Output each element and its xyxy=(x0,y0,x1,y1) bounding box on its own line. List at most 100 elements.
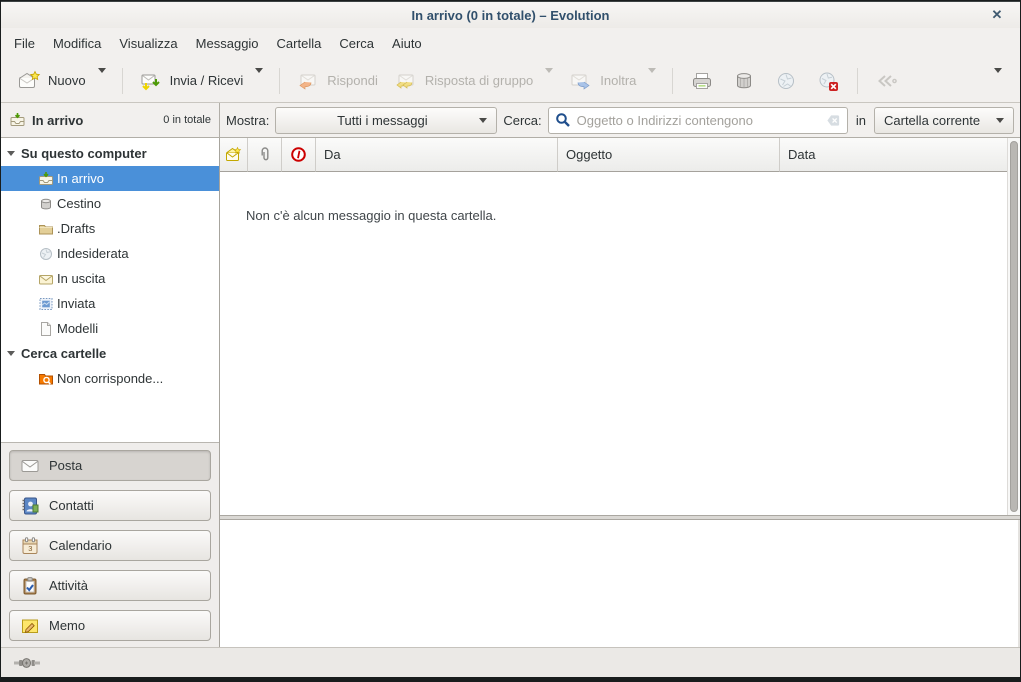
sidebar: Su questo computer In arrivo xyxy=(1,138,220,649)
send-receive-button[interactable]: Invia / Ricevi xyxy=(131,64,252,98)
menu-file[interactable]: File xyxy=(5,31,44,56)
titlebar: In arrivo (0 in totale) – Evolution ✕ xyxy=(1,1,1020,28)
sidebar-group-label: Su questo computer xyxy=(21,146,147,161)
reply-group-button[interactable]: Risposta di gruppo xyxy=(386,64,541,98)
menu-cartella[interactable]: Cartella xyxy=(268,31,331,56)
message-list-scrollbar[interactable] xyxy=(1007,138,1020,515)
sidebar-item-modelli[interactable]: Modelli xyxy=(1,316,219,341)
message-filter-dropdown[interactable]: Tutti i messaggi xyxy=(275,107,497,134)
inbox-icon xyxy=(9,112,26,128)
clear-icon[interactable] xyxy=(826,113,841,128)
column-attachment[interactable] xyxy=(248,138,282,172)
close-icon[interactable]: ✕ xyxy=(988,6,1006,24)
online-status-icon[interactable] xyxy=(14,655,40,671)
chevron-down-icon xyxy=(479,118,487,127)
trash-icon xyxy=(732,69,756,93)
menu-modifica[interactable]: Modifica xyxy=(44,31,110,56)
column-da[interactable]: Da xyxy=(316,138,558,172)
switcher-calendario-button[interactable]: 3 Calendario xyxy=(9,530,211,561)
switcher-attivita-button[interactable]: Attività xyxy=(9,570,211,601)
inbox-icon xyxy=(37,171,54,187)
current-folder-count: 0 in totale xyxy=(163,114,211,126)
new-button[interactable]: Nuovo xyxy=(9,64,94,98)
column-oggetto[interactable]: Oggetto xyxy=(558,138,780,172)
reply-button-label: Rispondi xyxy=(327,73,378,88)
reply-group-label: Risposta di gruppo xyxy=(425,73,533,88)
menu-visualizza[interactable]: Visualizza xyxy=(110,31,186,56)
switcher-label: Attività xyxy=(49,578,88,593)
switcher-contatti-button[interactable]: Contatti xyxy=(9,490,211,521)
message-list-pane: Da Oggetto Data Non c'è alcun messaggio … xyxy=(220,138,1020,515)
sidebar-group-cerca-cartelle[interactable]: Cerca cartelle xyxy=(1,341,219,366)
delete-button[interactable] xyxy=(723,64,765,98)
reply-button[interactable]: Rispondi xyxy=(288,64,386,98)
sidebar-item-label: Non corrisponde... xyxy=(57,371,163,386)
toolbar: Nuovo Invia / Ricevi xyxy=(1,59,1020,103)
chevron-down-icon xyxy=(996,118,1004,127)
column-priority[interactable] xyxy=(282,138,316,172)
send-receive-dropdown[interactable] xyxy=(251,68,271,93)
column-unread[interactable] xyxy=(220,138,248,172)
toolbar-separator xyxy=(122,68,123,94)
not-junk-button[interactable] xyxy=(807,64,849,98)
send-receive-icon xyxy=(139,69,163,93)
send-receive-label: Invia / Ricevi xyxy=(170,73,244,88)
window-title: In arrivo (0 in totale) – Evolution xyxy=(412,8,610,23)
reply-group-dropdown[interactable] xyxy=(541,68,561,93)
evolution-window: In arrivo (0 in totale) – Evolution ✕ Fi… xyxy=(0,0,1021,682)
folder-icon xyxy=(37,221,54,237)
sidebar-item-label: Indesiderata xyxy=(57,246,129,261)
column-data[interactable]: Data xyxy=(780,138,1020,172)
junk-icon xyxy=(37,246,54,262)
content-area: Da Oggetto Data Non c'è alcun messaggio … xyxy=(220,138,1020,649)
calendar-icon: 3 xyxy=(20,536,40,556)
expander-triangle-icon[interactable] xyxy=(7,151,15,160)
switcher-memo-button[interactable]: Memo xyxy=(9,610,211,641)
switcher-label: Contatti xyxy=(49,498,94,513)
sidebar-item-drafts[interactable]: .Drafts xyxy=(1,216,219,241)
memo-icon xyxy=(20,616,40,636)
new-button-dropdown[interactable] xyxy=(94,68,114,93)
window-bottom-edge xyxy=(1,677,1020,681)
folder-tree: Su questo computer In arrivo xyxy=(1,138,219,442)
scrollbar-thumb[interactable] xyxy=(1010,141,1018,512)
trash-icon xyxy=(37,196,54,212)
sidebar-item-non-corrisponde[interactable]: Non corrisponde... xyxy=(1,366,219,391)
expander-triangle-icon[interactable] xyxy=(7,351,15,360)
status-bar xyxy=(1,647,1020,677)
menu-cerca[interactable]: Cerca xyxy=(330,31,383,56)
sidebar-item-in-arrivo[interactable]: In arrivo xyxy=(1,166,219,191)
sidebar-item-inviata[interactable]: Inviata xyxy=(1,291,219,316)
sidebar-item-label: Modelli xyxy=(57,321,98,336)
sent-icon xyxy=(37,296,54,312)
search-scope-value: Cartella corrente xyxy=(884,113,980,128)
history-back-button[interactable] xyxy=(866,64,910,98)
cerca-label: Cerca: xyxy=(503,113,541,128)
junk-button[interactable] xyxy=(765,64,807,98)
forward-dropdown[interactable] xyxy=(644,68,664,93)
switcher-posta-button[interactable]: Posta xyxy=(9,450,211,481)
mostra-label: Mostra: xyxy=(226,113,269,128)
sidebar-group-computer[interactable]: Su questo computer xyxy=(1,141,219,166)
search-entry xyxy=(548,107,848,134)
switcher-label: Calendario xyxy=(49,538,112,553)
toolbar-separator xyxy=(279,68,280,94)
search-input[interactable] xyxy=(577,113,820,128)
message-list-body: Non c'è alcun messaggio in questa cartel… xyxy=(220,172,1020,515)
print-button[interactable] xyxy=(681,64,723,98)
sidebar-item-in-uscita[interactable]: In uscita xyxy=(1,266,219,291)
toolbar-overflow-button[interactable] xyxy=(984,69,1012,92)
search-icon xyxy=(555,112,571,128)
unread-column-icon xyxy=(225,146,242,163)
forward-icon xyxy=(569,69,593,93)
sidebar-item-indesiderata[interactable]: Indesiderata xyxy=(1,241,219,266)
forward-button[interactable]: Inoltra xyxy=(561,64,644,98)
menu-messaggio[interactable]: Messaggio xyxy=(187,31,268,56)
menu-aiuto[interactable]: Aiuto xyxy=(383,31,431,56)
tasks-icon xyxy=(20,576,40,596)
menubar: File Modifica Visualizza Messaggio Carte… xyxy=(1,28,1020,59)
sidebar-item-cestino[interactable]: Cestino xyxy=(1,191,219,216)
search-scope-dropdown[interactable]: Cartella corrente xyxy=(874,107,1014,134)
sidebar-item-label: In arrivo xyxy=(57,171,104,186)
toolbar-separator xyxy=(672,68,673,94)
